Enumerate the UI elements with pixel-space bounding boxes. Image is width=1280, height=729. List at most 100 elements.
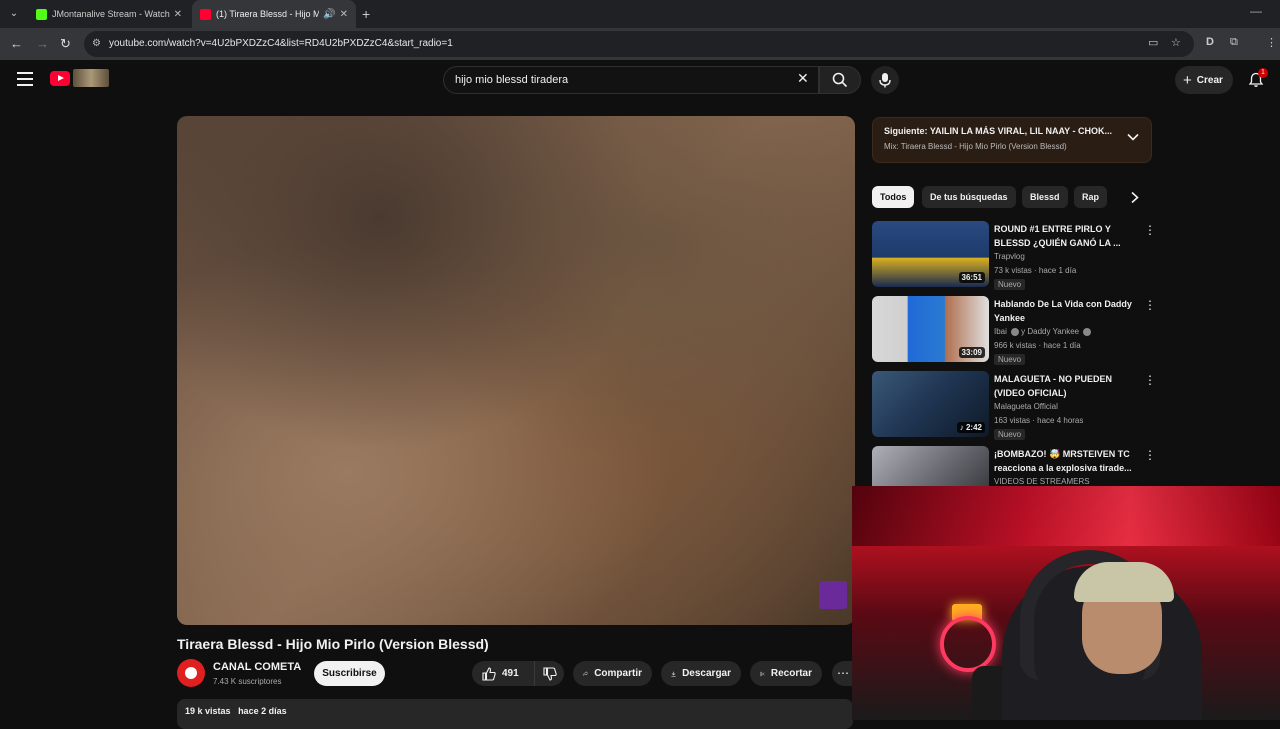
share-label: Compartir (594, 668, 642, 679)
recommendation-item[interactable]: ¡BOMBAZO! 🤯 MRSTEIVEN TC reacciona a la … (872, 446, 1157, 486)
chevron-right-icon[interactable] (1130, 191, 1140, 204)
video-thumbnail[interactable]: 36:51 (872, 221, 989, 287)
more-options-icon[interactable]: ⋮ (1144, 223, 1156, 237)
url-text: youtube.com/watch?v=4U2bPXDZzC4&list=RD4… (109, 38, 453, 49)
verified-icon (1083, 327, 1092, 336)
extensions-icon[interactable]: ⧉ (1230, 36, 1238, 49)
reload-icon[interactable]: ↻ (60, 36, 71, 52)
video-thumbnail[interactable]: ♪ 2:42 (872, 371, 989, 437)
duration-badge: ♪ 2:42 (956, 422, 985, 433)
cast-icon[interactable]: ▭ (1148, 36, 1158, 49)
neon-ring-sign (940, 616, 996, 672)
youtube-header: hijo mio blessd tiradera ✕ + Crear 1 (0, 60, 1280, 100)
channel-avatar[interactable] (177, 659, 205, 687)
youtube-doodle-logo[interactable] (73, 69, 109, 87)
recommendation-title[interactable]: MALAGUETA - NO PUEDEN (VIDEO OFICIAL) (994, 372, 1139, 400)
recommendation-channel[interactable]: Trapvlog (994, 252, 1025, 261)
duration-badge: 36:51 (958, 272, 985, 283)
tab-title: (1) Tiraera Blessd - Hijo Mi (216, 9, 320, 19)
download-button[interactable]: Descargar (661, 661, 741, 686)
forward-icon[interactable]: → (36, 36, 49, 51)
streamer-cap (1074, 562, 1174, 602)
recommendation-channel[interactable]: Ibai y Daddy Yankee (994, 327, 1093, 336)
collab-channel: y Daddy Yankee (1021, 327, 1080, 336)
share-button[interactable]: Compartir (573, 661, 652, 686)
clear-search-icon[interactable]: ✕ (797, 70, 809, 87)
tab-search-icon[interactable]: ⌄ (6, 6, 22, 22)
filter-chips: Todos De tus búsquedas Blessd Rap (872, 186, 1162, 208)
address-bar[interactable]: ⚙ youtube.com/watch?v=4U2bPXDZzC4&list=R… (84, 31, 1194, 57)
notification-count-badge: 1 (1258, 68, 1268, 78)
video-thumbnail[interactable] (872, 446, 989, 486)
playlist-panel[interactable]: Siguiente: YAILIN LA MÁS VIRAL, LIL NAAY… (872, 117, 1152, 163)
browser-toolbar: ← → ↻ ⚙ youtube.com/watch?v=4U2bPXDZzC4&… (0, 28, 1280, 60)
download-label: Descargar (682, 668, 731, 679)
recommendation-channel[interactable]: Malagueta Official (994, 402, 1058, 411)
recommendation-item[interactable]: ♪ 2:42 MALAGUETA - NO PUEDEN (VIDEO OFIC… (872, 371, 1157, 440)
channel-name[interactable]: CANAL COMETA (213, 661, 301, 673)
description-box[interactable]: 19 k vistas hace 2 días (177, 699, 853, 729)
dislike-button[interactable] (534, 661, 564, 686)
more-options-icon[interactable]: ⋮ (1144, 298, 1156, 312)
subscribe-button[interactable]: Suscribirse (314, 661, 385, 686)
browser-tab-strip: ⌄ JMontanalive Stream - Watch L ✕ (1) Ti… (0, 0, 1280, 28)
more-actions-icon[interactable]: ⋯ (832, 661, 854, 686)
kick-favicon-icon (36, 8, 47, 20)
tab-title: JMontanalive Stream - Watch L (52, 9, 170, 19)
browser-tab-youtube[interactable]: (1) Tiraera Blessd - Hijo Mi 🔊 ✕ (192, 0, 356, 28)
new-tab-button[interactable]: + (362, 6, 370, 22)
subscriber-count: 7.43 K suscriptores (213, 677, 282, 686)
chip-de-tus-busquedas[interactable]: De tus búsquedas (922, 186, 1016, 208)
search-input[interactable]: hijo mio blessd tiradera (443, 66, 819, 94)
thumbs-down-icon (542, 666, 557, 681)
like-button[interactable]: 491 (472, 661, 534, 686)
close-tab-icon[interactable]: ✕ (174, 9, 182, 20)
voice-search-button[interactable] (871, 66, 899, 94)
more-options-icon[interactable]: ⋮ (1144, 448, 1156, 462)
chip-rap[interactable]: Rap (1074, 186, 1108, 208)
hamburger-menu-icon[interactable] (17, 72, 33, 86)
chip-blessd[interactable]: Blessd (1022, 186, 1068, 208)
webcam-overlay (852, 486, 1280, 720)
site-info-icon[interactable]: ⚙ (92, 31, 101, 57)
playlist-next-up: Siguiente: YAILIN LA MÁS VIRAL, LIL NAAY… (884, 126, 1113, 136)
recommendation-title[interactable]: ¡BOMBAZO! 🤯 MRSTEIVEN TC reacciona a la … (994, 447, 1139, 475)
more-options-icon[interactable]: ⋮ (1144, 373, 1156, 387)
duration-badge: 33:09 (958, 347, 985, 358)
recommendation-channel[interactable]: VIDEOS DE STREAMERS (994, 477, 1090, 486)
chip-todos[interactable]: Todos (872, 186, 915, 208)
chevron-down-icon[interactable] (1127, 133, 1139, 141)
new-badge: Nuevo (994, 429, 1026, 440)
youtube-logo-icon[interactable] (50, 71, 70, 86)
playlist-mix-title: Mix: Tiraera Blessd - Hijo Mio Pirlo (Ve… (884, 142, 1067, 151)
clip-label: Recortar (770, 668, 812, 679)
recommendation-title[interactable]: Hablando De La Vida con Daddy Yankee (994, 297, 1139, 325)
speaker-icon[interactable]: 🔊 (323, 9, 335, 20)
browser-tab-kick[interactable]: JMontanalive Stream - Watch L ✕ (28, 0, 190, 28)
verified-icon (1011, 327, 1020, 336)
duration-text: 2:42 (965, 423, 982, 432)
back-icon[interactable]: ← (10, 36, 23, 51)
recommendation-item[interactable]: 33:09 Hablando De La Vida con Daddy Yank… (872, 296, 1157, 365)
new-badge: Nuevo (994, 354, 1026, 365)
search-button[interactable] (819, 66, 861, 94)
video-thumbnail[interactable]: 33:09 (872, 296, 989, 362)
publish-date: hace 2 días (238, 706, 287, 716)
recommendation-stats: 163 vistas · hace 4 horas (994, 416, 1084, 425)
clip-button[interactable]: Recortar (750, 661, 822, 686)
minimize-icon[interactable]: — (1250, 4, 1262, 18)
video-title: Tiraera Blessd - Hijo Mio Pirlo (Version… (177, 636, 489, 652)
channel-name: Ibai (994, 327, 1007, 336)
webcam-background (852, 486, 1280, 546)
profile-icon[interactable]: D (1206, 36, 1214, 48)
recommendation-title[interactable]: ROUND #1 ENTRE PIRLO Y BLESSD ¿QUIÉN GAN… (994, 222, 1139, 250)
bookmark-star-icon[interactable]: ☆ (1171, 36, 1181, 49)
channel-watermark[interactable] (819, 581, 847, 609)
recommendation-stats: 966 k vistas · hace 1 día (994, 341, 1081, 350)
close-tab-icon[interactable]: ✕ (340, 9, 348, 20)
menu-icon[interactable]: ⋮ (1266, 36, 1277, 49)
recommendation-item[interactable]: 36:51 ROUND #1 ENTRE PIRLO Y BLESSD ¿QUI… (872, 221, 1157, 290)
video-player[interactable] (177, 116, 855, 625)
view-count: 19 k vistas (185, 706, 231, 716)
create-button[interactable]: + Crear (1175, 66, 1233, 94)
